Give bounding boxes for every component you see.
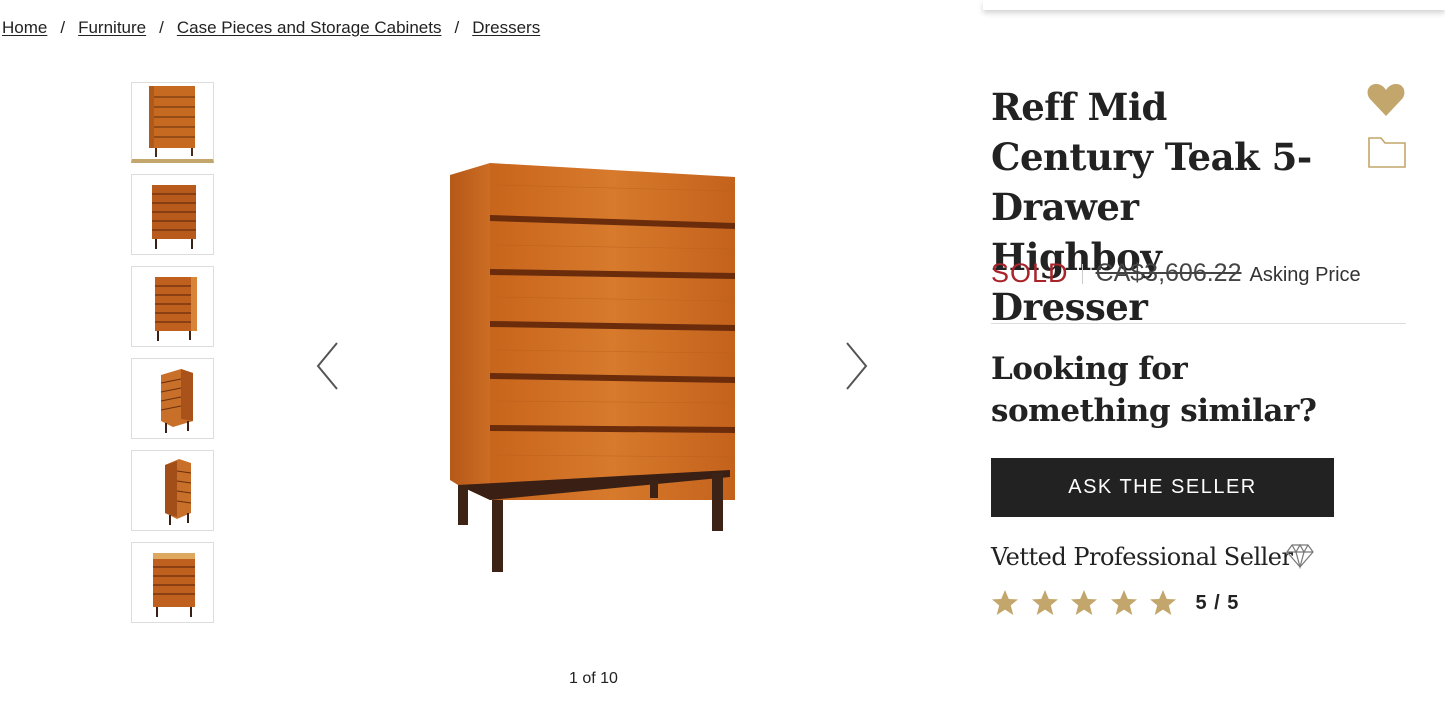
breadcrumb-separator: / <box>454 18 460 37</box>
thumbnail-1[interactable] <box>131 82 214 163</box>
star-icon <box>1031 590 1058 615</box>
dresser-thumbnail-image <box>151 184 196 249</box>
thumbnail-3[interactable] <box>131 266 214 347</box>
dresser-thumbnail-image <box>154 276 197 341</box>
price-row: SOLD CA$3,606.22 Asking Price <box>991 258 1361 289</box>
breadcrumb-separator: / <box>60 18 66 37</box>
diamond-icon[interactable] <box>1286 543 1314 569</box>
thumbnail-2[interactable] <box>131 174 214 255</box>
chevron-left-icon[interactable] <box>313 340 343 392</box>
ask-seller-button[interactable]: ASK THE SELLER <box>991 458 1334 517</box>
thumbnail-strip <box>131 82 214 634</box>
star-icon <box>1150 590 1176 615</box>
breadcrumb-furniture[interactable]: Furniture <box>78 18 146 38</box>
sold-status: SOLD <box>991 258 1069 288</box>
breadcrumb-separator: / <box>159 18 164 37</box>
image-counter: 1 of 10 <box>569 670 618 687</box>
similar-heading: Looking for something similar? <box>991 351 1317 429</box>
dresser-thumbnail-image <box>148 86 195 157</box>
thumbnail-5[interactable] <box>131 450 214 531</box>
dresser-thumbnail-image <box>152 552 195 617</box>
thumbnail-4[interactable] <box>131 358 214 439</box>
thumbnail-6[interactable] <box>131 542 214 623</box>
product-title: Reff Mid Century Teak 5-Drawer Highboy D… <box>991 85 1312 329</box>
vetted-seller-label: Vetted Professional Seller <box>991 543 1293 571</box>
breadcrumb: Home / Furniture / Case Pieces and Stora… <box>2 18 540 38</box>
dresser-thumbnail-image <box>164 458 191 525</box>
product-main-image <box>450 163 735 572</box>
folder-icon[interactable] <box>1367 134 1407 170</box>
header-dropdown-panel <box>983 0 1445 10</box>
seller-rating: 5 / 5 <box>991 589 1239 617</box>
rating-text: 5 / 5 <box>1195 591 1240 614</box>
breadcrumb-dressers[interactable]: Dressers <box>472 18 540 38</box>
breadcrumb-home[interactable]: Home <box>2 18 47 38</box>
price-label: Asking Price <box>1249 264 1361 286</box>
chevron-right-icon[interactable] <box>841 340 871 392</box>
star-icon <box>1071 590 1097 615</box>
breadcrumb-case-pieces[interactable]: Case Pieces and Storage Cabinets <box>177 18 442 38</box>
price-value: CA$3,606.22 <box>1095 259 1242 287</box>
dresser-thumbnail-image <box>160 368 193 433</box>
section-divider <box>991 323 1406 324</box>
price-divider <box>1081 263 1083 284</box>
star-icon <box>1110 590 1137 615</box>
heart-icon[interactable] <box>1366 80 1406 120</box>
star-icon <box>992 590 1018 615</box>
